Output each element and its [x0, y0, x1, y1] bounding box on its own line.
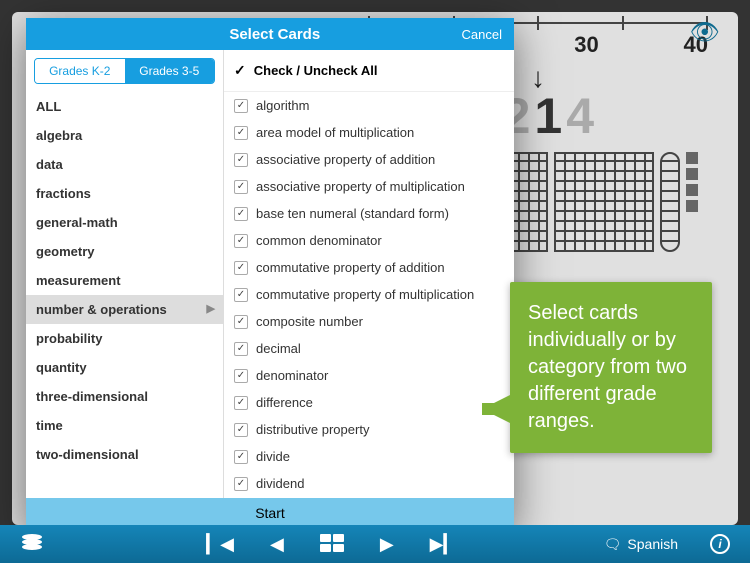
term-label: base ten numeral (standard form)	[256, 206, 449, 221]
cancel-button[interactable]: Cancel	[462, 27, 502, 42]
term-item[interactable]: ✓ distributive property	[224, 416, 514, 443]
checkbox-icon[interactable]: ✓	[234, 369, 248, 383]
term-item[interactable]: ✓ base ten numeral (standard form)	[224, 200, 514, 227]
term-label: common denominator	[256, 233, 382, 248]
grid-button[interactable]	[320, 534, 344, 555]
checkbox-icon[interactable]: ✓	[234, 315, 248, 329]
grade-segment-0[interactable]: Grades K-2	[35, 59, 125, 83]
next-button[interactable]: ▶	[380, 534, 394, 555]
category-list: ALLalgebradatafractionsgeneral-mathgeome…	[26, 92, 223, 498]
term-item[interactable]: ✓ commutative property of addition	[224, 254, 514, 281]
stage: 0203040 ↓ 👁 214 Select Cards Cancel Grad…	[12, 12, 738, 525]
term-label: divide	[256, 449, 290, 464]
checkbox-icon[interactable]: ✓	[234, 261, 248, 275]
checkmark-icon: ✓	[234, 62, 246, 79]
last-button[interactable]: ▶▎	[430, 534, 458, 555]
term-label: commutative property of addition	[256, 260, 445, 275]
category-item[interactable]: data	[26, 150, 223, 179]
checkbox-icon[interactable]: ✓	[234, 180, 248, 194]
checkbox-icon[interactable]: ✓	[234, 153, 248, 167]
category-item[interactable]: algebra	[26, 121, 223, 150]
first-button[interactable]: ▎◀	[206, 534, 234, 555]
term-item[interactable]: ✓ associative property of multiplication	[224, 173, 514, 200]
category-item[interactable]: probability	[26, 324, 223, 353]
term-item[interactable]: ✓ area model of multiplication	[224, 119, 514, 146]
checkbox-icon[interactable]: ✓	[234, 423, 248, 437]
term-item[interactable]: ✓ commutative property of multiplication	[224, 281, 514, 308]
term-item[interactable]: ✓ decimal	[224, 335, 514, 362]
category-item[interactable]: measurement	[26, 266, 223, 295]
term-item[interactable]: ✓ common denominator	[224, 227, 514, 254]
term-label: algorithm	[256, 98, 309, 113]
category-item[interactable]: time	[26, 411, 223, 440]
select-cards-modal: Select Cards Cancel Grades K-2Grades 3-5…	[26, 18, 514, 528]
checkbox-icon[interactable]: ✓	[234, 234, 248, 248]
callout-arrow-icon	[482, 395, 510, 423]
grade-segment-1[interactable]: Grades 3-5	[125, 59, 215, 83]
term-label: dividend	[256, 476, 304, 491]
term-item[interactable]: ✓ associative property of addition	[224, 146, 514, 173]
checkbox-icon[interactable]: ✓	[234, 477, 248, 491]
modal-title: Select Cards	[88, 26, 462, 43]
category-item[interactable]: geometry	[26, 237, 223, 266]
checkbox-icon[interactable]: ✓	[234, 396, 248, 410]
term-label: area model of multiplication	[256, 125, 414, 140]
category-item[interactable]: fractions	[26, 179, 223, 208]
deck-icon[interactable]	[20, 531, 60, 557]
term-label: distributive property	[256, 422, 369, 437]
checkbox-icon[interactable]: ✓	[234, 99, 248, 113]
term-label: composite number	[256, 314, 363, 329]
term-item[interactable]: ✓ dividend	[224, 470, 514, 497]
checkbox-icon[interactable]: ✓	[234, 450, 248, 464]
term-label: difference	[256, 395, 313, 410]
category-item[interactable]: general-math	[26, 208, 223, 237]
grade-segment-control: Grades K-2Grades 3-5	[34, 58, 215, 84]
term-item[interactable]: ✓ algorithm	[224, 92, 514, 119]
term-item[interactable]: ✓ difference	[224, 389, 514, 416]
category-item[interactable]: two-dimensional	[26, 440, 223, 469]
category-column: Grades K-2Grades 3-5 ALLalgebradatafract…	[26, 50, 224, 498]
term-label: denominator	[256, 368, 328, 383]
checkbox-icon[interactable]: ✓	[234, 342, 248, 356]
term-label: associative property of addition	[256, 152, 435, 167]
help-callout: Select cards individually or by category…	[510, 282, 712, 453]
check-all-toggle[interactable]: ✓ Check / Uncheck All	[224, 50, 514, 92]
term-label: decimal	[256, 341, 301, 356]
checkbox-icon[interactable]: ✓	[234, 126, 248, 140]
number-line-label: 30	[574, 32, 598, 58]
place-value-number: 214	[503, 87, 598, 145]
modal-header: Select Cards Cancel	[26, 18, 514, 50]
term-item[interactable]: ✓ denominator	[224, 362, 514, 389]
term-item[interactable]: ✓ composite number	[224, 308, 514, 335]
category-item[interactable]: quantity	[26, 353, 223, 382]
term-label: associative property of multiplication	[256, 179, 465, 194]
term-label: commutative property of multiplication	[256, 287, 474, 302]
term-item[interactable]: ✓ divide	[224, 443, 514, 470]
category-item[interactable]: number & operations	[26, 295, 223, 324]
start-button[interactable]: Start	[26, 498, 514, 528]
reveal-eye-icon[interactable]: 👁	[690, 18, 720, 47]
prev-button[interactable]: ◀	[270, 534, 284, 555]
category-item[interactable]: ALL	[26, 92, 223, 121]
category-item[interactable]: three-dimensional	[26, 382, 223, 411]
info-icon[interactable]: i	[710, 534, 730, 554]
terms-column: ✓ Check / Uncheck All ✓ algorithm ✓ area mo…	[224, 50, 514, 498]
checkbox-icon[interactable]: ✓	[234, 207, 248, 221]
speech-icon: 🗨	[604, 536, 622, 553]
checkbox-icon[interactable]: ✓	[234, 288, 248, 302]
term-list: ✓algorithm✓area model of multiplication✓…	[224, 92, 514, 498]
bottom-toolbar: ▎◀ ◀ ▶ ▶▎ 🗨 Spanish i	[0, 525, 750, 563]
language-toggle[interactable]: 🗨 Spanish	[604, 536, 678, 553]
